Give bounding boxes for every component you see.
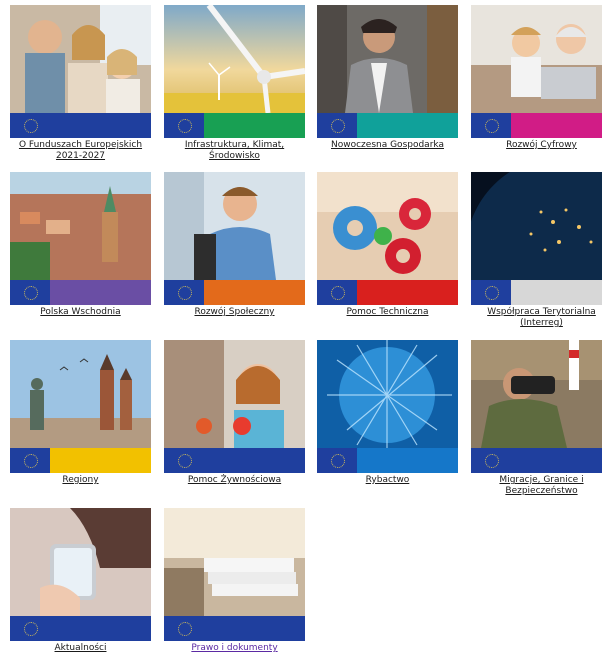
eu-flag-icon <box>164 616 204 641</box>
tile-thumbnail[interactable] <box>471 5 602 138</box>
tile-thumbnail[interactable] <box>471 340 602 473</box>
gears-photo <box>317 172 458 280</box>
tile-thumbnail[interactable] <box>10 5 151 138</box>
documents-photo <box>164 508 305 616</box>
tile-aktualnosci[interactable]: Aktualności <box>10 508 151 654</box>
accent-bar <box>50 616 151 641</box>
accent-bar <box>511 113 602 138</box>
eu-flag-icon <box>10 113 50 138</box>
tile-color-strip <box>10 448 151 473</box>
accent-bar <box>204 113 305 138</box>
tile-label[interactable]: O Funduszach Europejskich 2021-2027 <box>10 140 151 162</box>
tile-rozwoj-spoleczny[interactable]: Rozwój Społeczny <box>164 172 305 318</box>
eu-flag-icon <box>471 448 511 473</box>
tile-color-strip <box>471 113 602 138</box>
tile-thumbnail[interactable] <box>10 340 151 473</box>
tile-thumbnail[interactable] <box>317 172 458 305</box>
tile-label[interactable]: Polska Wschodnia <box>10 307 151 318</box>
accent-bar <box>50 280 151 305</box>
fishing-net-photo <box>317 340 458 448</box>
tile-color-strip <box>317 280 458 305</box>
accent-bar <box>50 448 151 473</box>
tile-funduszach-europejskich[interactable]: O Funduszach Europejskich 2021-2027 <box>10 5 151 162</box>
eu-flag-icon <box>10 280 50 305</box>
tile-prawo-i-dokumenty[interactable]: Prawo i dokumenty <box>164 508 305 654</box>
tile-rozwoj-cyfrowy[interactable]: Rozwój Cyfrowy <box>471 5 602 151</box>
tile-label[interactable]: Rozwój Społeczny <box>164 307 305 318</box>
tile-nowoczesna-gospodarka[interactable]: Nowoczesna Gospodarka <box>317 5 458 151</box>
tile-label[interactable]: Regiony <box>10 475 151 486</box>
accent-bar <box>204 616 305 641</box>
girl-with-food-photo <box>164 340 305 448</box>
eu-flag-icon <box>164 448 204 473</box>
accent-bar <box>50 113 151 138</box>
eu-flag-icon <box>317 448 357 473</box>
border-guard-binoculars-photo <box>471 340 602 448</box>
smartphone-photo <box>10 508 151 616</box>
student-photo <box>164 172 305 280</box>
wind-turbine-photo <box>164 5 305 113</box>
tile-color-strip <box>471 280 602 305</box>
family-photo <box>10 5 151 113</box>
tile-label[interactable]: Rozwój Cyfrowy <box>471 140 602 151</box>
tile-color-strip <box>317 448 458 473</box>
tile-migracje-granice[interactable]: Migracje, Granice i Bezpieczeństwo <box>471 340 602 497</box>
tile-label[interactable]: Pomoc Żywnościowa <box>164 475 305 486</box>
tile-thumbnail[interactable] <box>10 172 151 305</box>
accent-bar <box>357 280 458 305</box>
tile-label[interactable]: Rybactwo <box>317 475 458 486</box>
tile-color-strip <box>10 280 151 305</box>
krakow-market-photo <box>10 340 151 448</box>
tile-pomoc-zywnosciowa[interactable]: Pomoc Żywnościowa <box>164 340 305 486</box>
tile-wspolpraca-terytorialna[interactable]: Współpraca Terytorialna (Interreg) <box>471 172 602 329</box>
tile-thumbnail[interactable] <box>10 508 151 641</box>
tile-color-strip <box>164 280 305 305</box>
tile-pomoc-techniczna[interactable]: Pomoc Techniczna <box>317 172 458 318</box>
accent-bar <box>511 280 602 305</box>
tile-color-strip <box>317 113 458 138</box>
businessman-photo <box>317 5 458 113</box>
city-aerial-photo <box>10 172 151 280</box>
eu-flag-icon <box>317 280 357 305</box>
grandmother-child-laptop-photo <box>471 5 602 113</box>
accent-bar <box>204 280 305 305</box>
tile-infrastruktura[interactable]: Infrastruktura, Klimat, Środowisko <box>164 5 305 162</box>
tile-label[interactable]: Migracje, Granice i Bezpieczeństwo <box>471 475 602 497</box>
tile-color-strip <box>164 113 305 138</box>
earth-night-photo <box>471 172 602 280</box>
tile-thumbnail[interactable] <box>164 508 305 641</box>
tile-thumbnail[interactable] <box>317 5 458 138</box>
eu-flag-icon <box>10 616 50 641</box>
tile-label[interactable]: Infrastruktura, Klimat, Środowisko <box>164 140 305 162</box>
tile-regiony[interactable]: Regiony <box>10 340 151 486</box>
eu-flag-icon <box>164 113 204 138</box>
tile-color-strip <box>10 616 151 641</box>
tile-label[interactable]: Prawo i dokumenty <box>164 643 305 654</box>
tile-label[interactable]: Nowoczesna Gospodarka <box>317 140 458 151</box>
eu-flag-icon <box>10 448 50 473</box>
accent-bar <box>357 113 458 138</box>
tile-thumbnail[interactable] <box>164 340 305 473</box>
tile-color-strip <box>471 448 602 473</box>
tile-thumbnail[interactable] <box>164 172 305 305</box>
tile-polska-wschodnia[interactable]: Polska Wschodnia <box>10 172 151 318</box>
tile-color-strip <box>10 113 151 138</box>
tile-color-strip <box>164 448 305 473</box>
tile-label[interactable]: Współpraca Terytorialna (Interreg) <box>471 307 602 329</box>
accent-bar <box>357 448 458 473</box>
tile-thumbnail[interactable] <box>317 340 458 473</box>
tile-label[interactable]: Pomoc Techniczna <box>317 307 458 318</box>
eu-flag-icon <box>164 280 204 305</box>
tile-rybactwo[interactable]: Rybactwo <box>317 340 458 486</box>
accent-bar <box>511 448 602 473</box>
eu-flag-icon <box>471 280 511 305</box>
eu-flag-icon <box>317 113 357 138</box>
tile-label[interactable]: Aktualności <box>10 643 151 654</box>
tile-thumbnail[interactable] <box>471 172 602 305</box>
tile-color-strip <box>164 616 305 641</box>
eu-flag-icon <box>471 113 511 138</box>
accent-bar <box>204 448 305 473</box>
tile-thumbnail[interactable] <box>164 5 305 138</box>
